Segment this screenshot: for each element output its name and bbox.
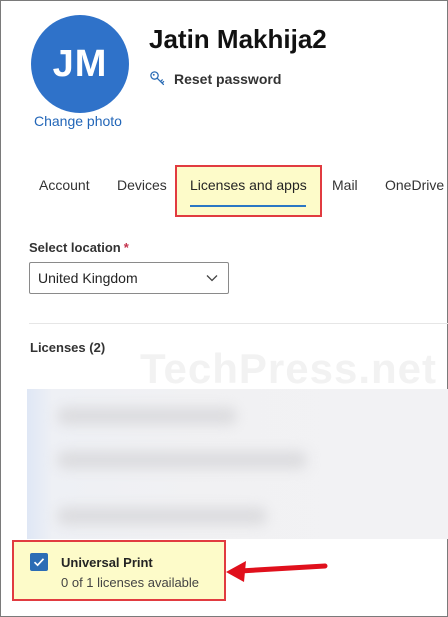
license-name: Universal Print [61, 555, 153, 570]
section-divider [29, 323, 448, 324]
blurred-row [57, 407, 237, 425]
blurred-row [57, 507, 267, 525]
tab-onedrive[interactable]: OneDrive [385, 177, 444, 193]
active-tab-indicator [190, 205, 306, 207]
blurred-row [57, 451, 307, 469]
select-location-label: Select location * [29, 240, 129, 255]
key-icon [150, 71, 165, 86]
licenses-header: Licenses (2) [30, 340, 106, 355]
select-location-text: Select location [29, 240, 121, 255]
blurred-license-list [27, 389, 448, 539]
chevron-down-icon [206, 275, 218, 282]
tab-mail[interactable]: Mail [332, 177, 358, 193]
user-display-name: Jatin Makhija2 [149, 24, 327, 54]
reset-password-button[interactable]: Reset password [149, 70, 281, 87]
required-indicator: * [123, 240, 129, 255]
tab-devices[interactable]: Devices [117, 177, 167, 193]
license-availability: 0 of 1 licenses available [61, 575, 200, 590]
reset-password-label: Reset password [174, 70, 282, 87]
avatar-initials: JM [52, 42, 108, 85]
avatar[interactable]: JM [31, 15, 129, 113]
change-photo-link[interactable]: Change photo [34, 113, 122, 129]
checkmark-icon [33, 558, 45, 567]
location-selected-value: United Kingdom [38, 270, 138, 286]
universal-print-checkbox[interactable] [30, 553, 48, 571]
tab-account[interactable]: Account [39, 177, 90, 193]
location-dropdown[interactable]: United Kingdom [29, 262, 229, 294]
red-arrow-annotation [226, 561, 328, 582]
watermark: TechPress.net [140, 345, 438, 392]
tab-licenses-and-apps[interactable]: Licenses and apps [190, 177, 307, 193]
